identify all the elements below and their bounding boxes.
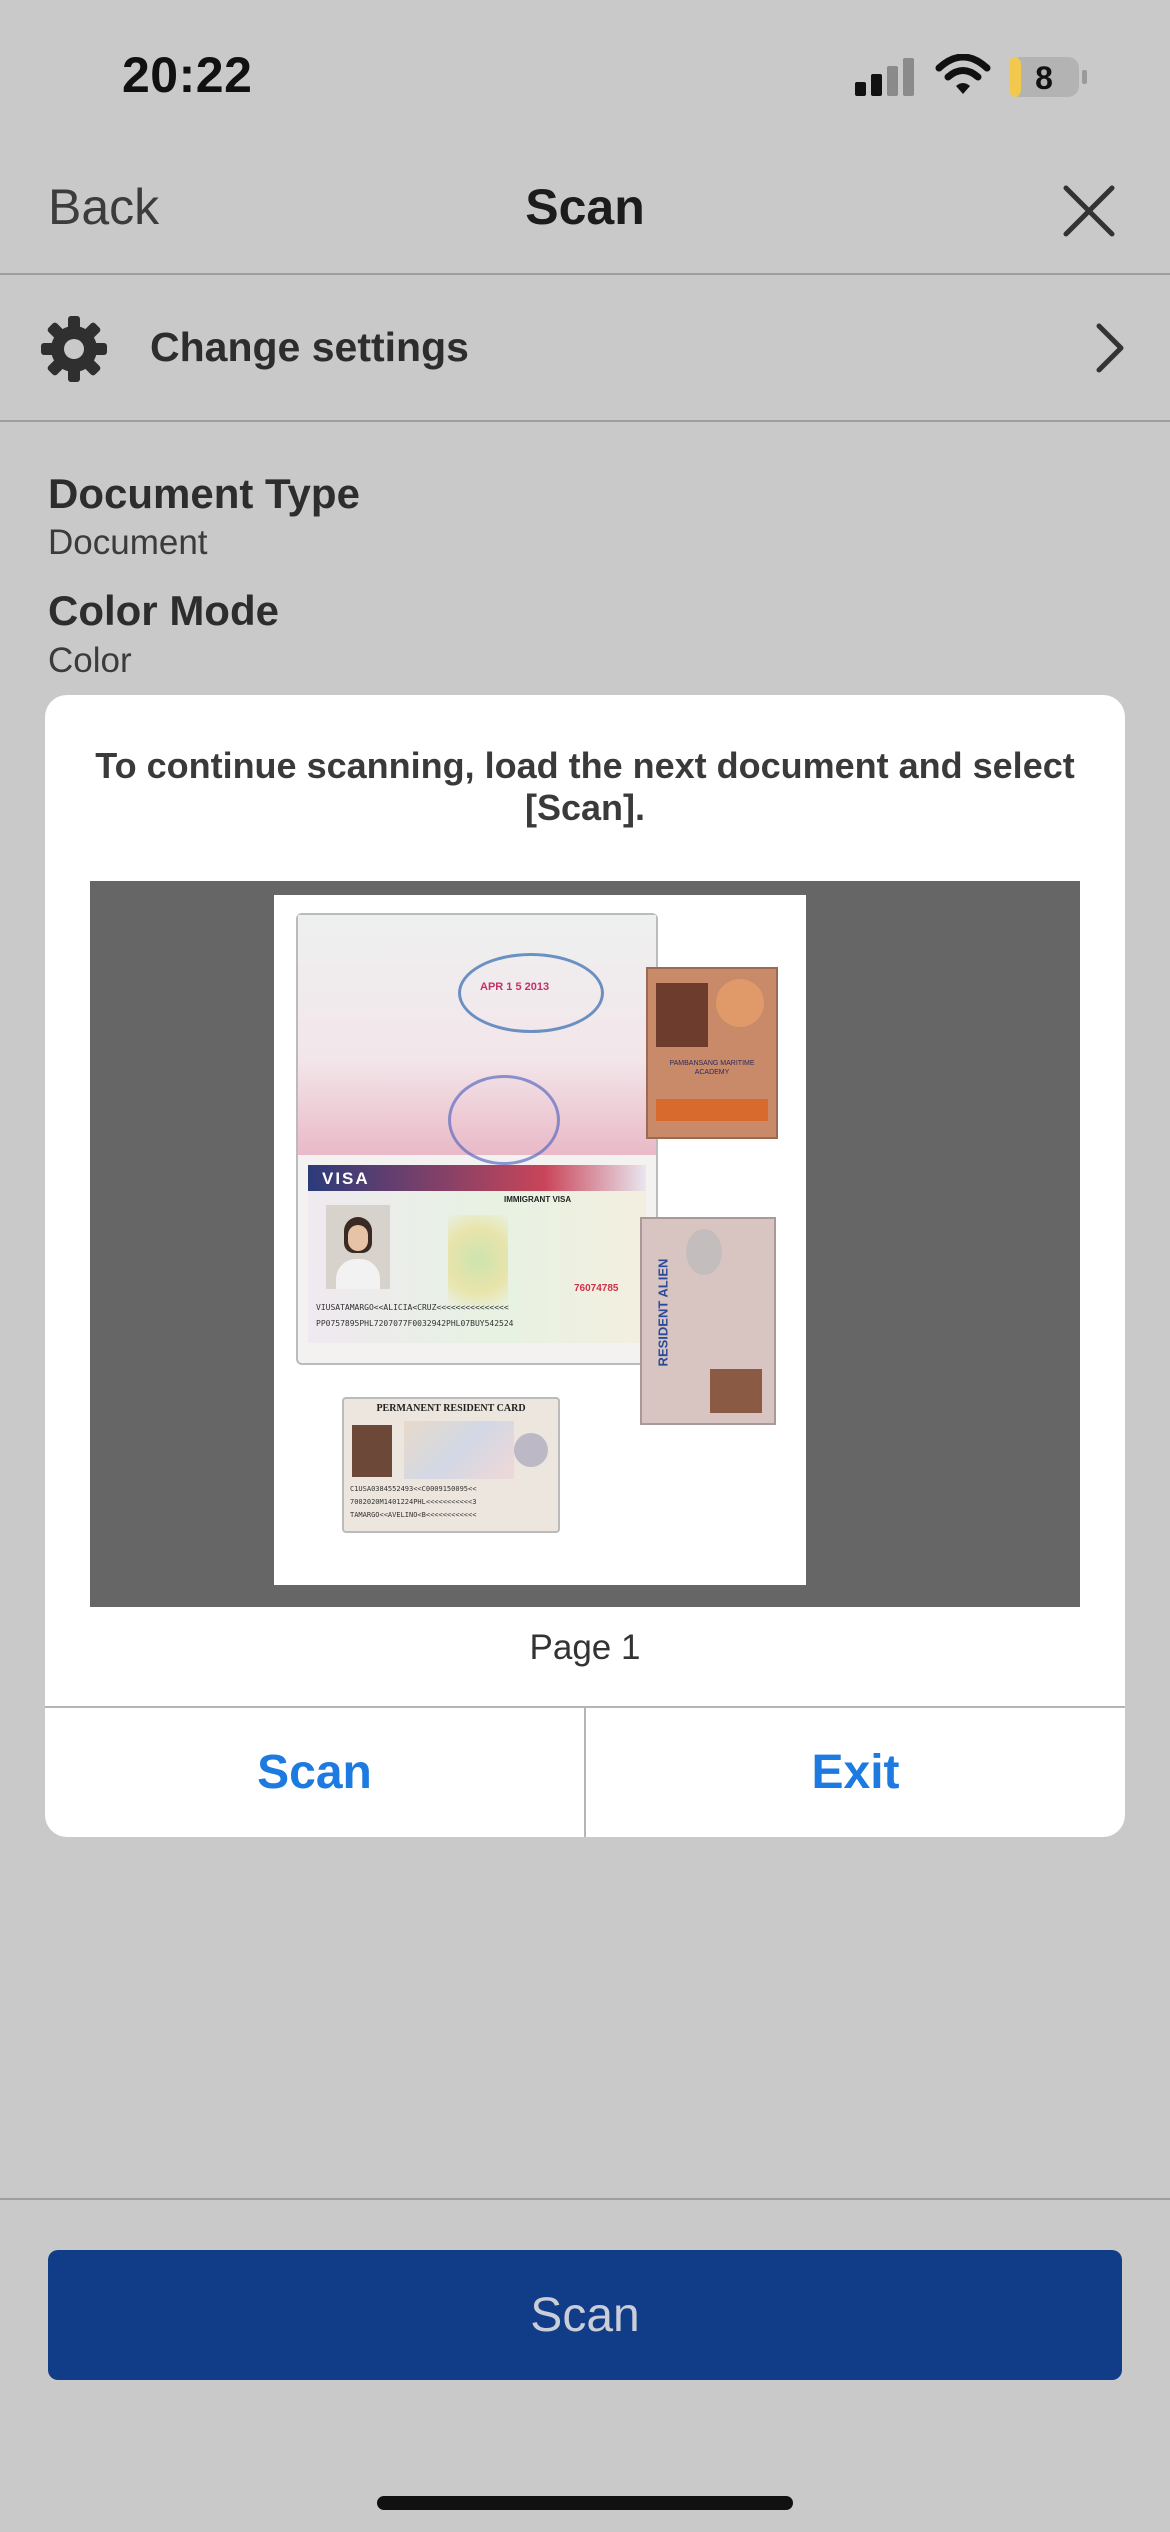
visa-type-label: IMMIGRANT VISA (504, 1195, 572, 1204)
document-type-label: Document Type (48, 470, 360, 517)
chevron-right-icon (1096, 323, 1124, 373)
color-mode-value: Color (48, 641, 132, 680)
home-indicator[interactable] (377, 2496, 793, 2510)
green-card-mrz-line2: 7002020M1401224PHL<<<<<<<<<<<3 (350, 1498, 477, 1506)
footer-divider (0, 2198, 1170, 2200)
resident-alien-card: RESIDENT ALIEN (640, 1217, 776, 1425)
change-settings-row[interactable]: Change settings (0, 275, 1170, 420)
cellular-signal-icon (855, 58, 914, 96)
green-card-mrz-line1: C1USA0384552493<<C0009150095<< (350, 1485, 477, 1493)
visa-page: VISA IMMIGRANT VISA 76074785 VIUSATAMARG… (308, 1165, 646, 1343)
maritime-card-text: PAMBANSANG MARITIME ACADEMY (669, 1060, 755, 1076)
dialog-exit-button[interactable]: Exit (586, 1708, 1125, 1837)
close-icon[interactable] (1058, 180, 1120, 242)
battery-level: 8 (1035, 60, 1053, 96)
battery-icon: 8 (1008, 56, 1088, 98)
visa-mrz-line2: PP0757895PHL7207077F0032942PHL07BUY54252… (316, 1319, 514, 1328)
document-type-value: Document (48, 523, 208, 562)
entry-stamp (458, 953, 604, 1033)
color-mode-label: Color Mode (48, 587, 279, 634)
wifi-icon (935, 54, 991, 94)
visa-photo (326, 1205, 390, 1289)
visa-label: VISA (322, 1169, 370, 1188)
maritime-id-card: PAMBANSANG MARITIME ACADEMY (646, 967, 778, 1139)
permanent-resident-card: PERMANENT RESIDENT CARD C1USA0384552493<… (342, 1397, 560, 1533)
scan-button[interactable]: Scan (48, 2250, 1122, 2380)
dialog-scan-button[interactable]: Scan (45, 1708, 584, 1837)
scan-continue-dialog: To continue scanning, load the next docu… (45, 695, 1125, 1837)
alien-card-title: RESIDENT ALIEN (655, 1258, 671, 1367)
green-card-title: PERMANENT RESIDENT CARD (376, 1403, 526, 1414)
dialog-message: To continue scanning, load the next docu… (95, 745, 1075, 828)
passport-image: APR 1 5 2013 VISA IMMIGRANT VISA 7607478… (296, 913, 658, 1365)
status-time: 20:22 (122, 47, 253, 103)
change-settings-label: Change settings (150, 324, 469, 370)
visa-hologram (448, 1215, 508, 1305)
settings-divider (0, 420, 1170, 422)
scanned-page-image: APR 1 5 2013 VISA IMMIGRANT VISA 7607478… (274, 895, 806, 1585)
visa-number: 76074785 (574, 1283, 619, 1294)
stamp-text: APR 1 5 2013 (480, 981, 550, 993)
exit-stamp (448, 1075, 560, 1165)
gear-icon (41, 316, 107, 382)
green-card-mrz-line3: TAMARGO<<AVELINO<B<<<<<<<<<<<< (350, 1511, 477, 1519)
page-label: Page 1 (529, 1628, 641, 1667)
visa-mrz-line1: VIUSATAMARGO<<ALICIA<CRUZ<<<<<<<<<<<<<<< (316, 1303, 509, 1312)
page-title: Scan (525, 179, 645, 235)
